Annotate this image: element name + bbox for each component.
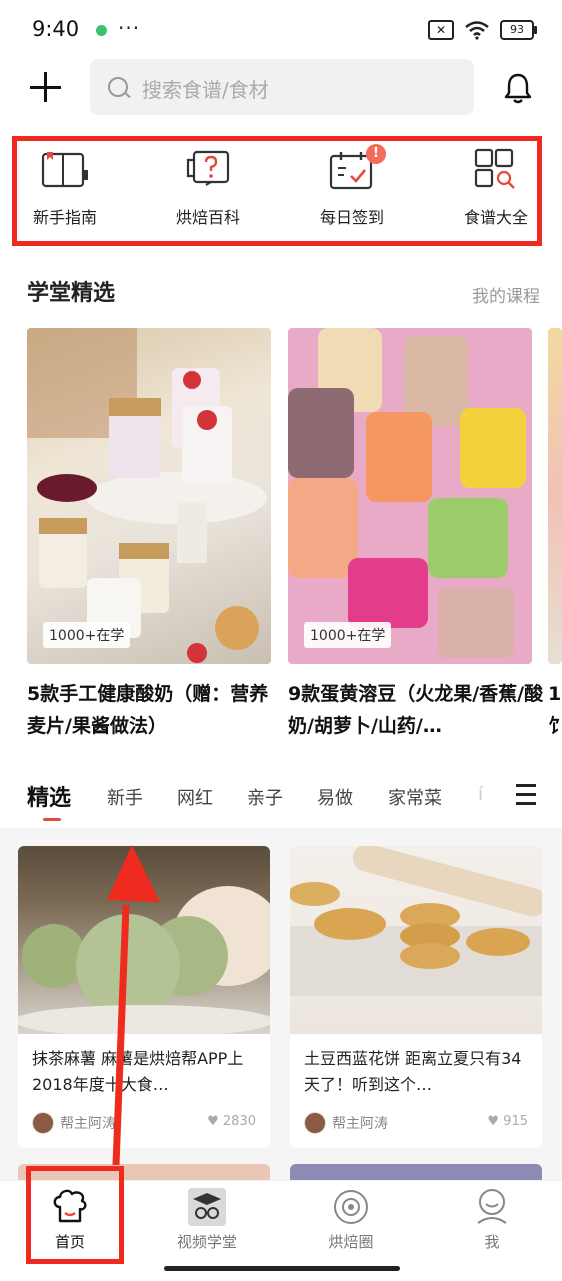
- nav-label: 烘焙圈: [328, 1233, 374, 1251]
- circle-camera-icon: [334, 1190, 368, 1224]
- course-image-yogurt: 1000+在学: [27, 328, 271, 664]
- quick-entry-checkin[interactable]: ! 每日签到: [302, 144, 402, 238]
- tab-indicator: [43, 818, 61, 821]
- recipe-author[interactable]: 帮主阿涛: [32, 1112, 116, 1134]
- quick-entry-label: 食谱大全: [463, 208, 528, 227]
- like-count-value: 915: [503, 1114, 528, 1129]
- course-title: 9款蛋黄溶豆（火龙果/香蕉/酸奶/胡萝卜/山药/…: [288, 683, 544, 737]
- recipe-card[interactable]: 土豆西蓝花饼 距离立夏只有34天了！听到这个… 帮主阿涛 ♥ 915: [290, 846, 542, 1148]
- recipe-photo-cookies: [290, 846, 542, 1034]
- search-placeholder: 搜索食谱/食材: [142, 78, 269, 102]
- author-avatar: [304, 1112, 326, 1134]
- battery-icon: 93: [500, 20, 537, 40]
- recipe-description: 抹茶麻薯 麻薯是烘焙帮APP上2018年度十大食…: [32, 1049, 244, 1094]
- highlight-box: [26, 1166, 124, 1264]
- course-title: 1( 饣: [548, 683, 562, 737]
- like-count[interactable]: ♥ 915: [487, 1114, 528, 1129]
- top-bar: 搜索食谱/食材: [0, 58, 562, 118]
- category-tabs: 精选 新手 网红 亲子 易做 家常菜 í: [0, 770, 562, 826]
- wifi-icon: [465, 21, 489, 40]
- status-time: 9:40: [32, 17, 80, 41]
- course-image-partial: [548, 328, 562, 664]
- like-count-value: 2830: [222, 1114, 256, 1129]
- profile-icon: [477, 1189, 507, 1224]
- question-bubble-icon: [186, 150, 230, 186]
- my-courses-link[interactable]: 我的课程: [472, 282, 540, 307]
- tab-homestyle[interactable]: 家常菜: [388, 784, 442, 810]
- add-button[interactable]: [26, 68, 66, 108]
- video-school-icon: [188, 1188, 226, 1226]
- status-bar: 9:40 ··· ✕ 93: [0, 0, 562, 60]
- like-count[interactable]: ♥ 2830: [207, 1114, 256, 1129]
- course-title: 5款手工健康酸奶（赠：营养麦片/果酱做法）: [27, 683, 269, 737]
- status-icons: ✕ 93: [428, 20, 537, 40]
- search-bar[interactable]: 搜索食谱/食材: [90, 59, 474, 115]
- course-card[interactable]: 1( 饣: [548, 328, 562, 742]
- author-avatar: [32, 1112, 54, 1134]
- recipe-card-peek[interactable]: [290, 1164, 542, 1180]
- recipe-description: 土豆西蓝花饼 距离立夏只有34天了！听到这个…: [304, 1049, 522, 1094]
- tab-partial[interactable]: í: [478, 784, 483, 805]
- recipe-feed: 抹茶麻薯 麻薯是烘焙帮APP上2018年度十大食… 帮主阿涛 ♥ 2830 土豆…: [0, 828, 562, 1180]
- quick-entry-label: 每日签到: [319, 208, 384, 227]
- author-name: 帮主阿涛: [332, 1116, 388, 1132]
- nav-label: 我: [484, 1233, 500, 1251]
- gesture-bar[interactable]: [164, 1266, 400, 1271]
- recipe-author[interactable]: 帮主阿涛: [304, 1112, 388, 1134]
- learners-badge: 1000+在学: [43, 622, 131, 648]
- course-card[interactable]: 1000+在学 5款手工健康酸奶（赠：营养麦片/果酱做法）: [27, 328, 271, 742]
- quick-entry-recipes[interactable]: 食谱大全: [446, 148, 546, 238]
- quick-entry-encyclopedia[interactable]: 烘焙百科: [158, 148, 258, 238]
- quick-entry-label: 烘焙百科: [175, 208, 240, 227]
- course-card[interactable]: 1000+在学 9款蛋黄溶豆（火龙果/香蕉/酸奶/胡萝卜/山药/…: [288, 328, 543, 742]
- tab-family[interactable]: 亲子: [247, 784, 283, 810]
- nav-me[interactable]: 我: [442, 1187, 542, 1252]
- author-name: 帮主阿涛: [60, 1116, 116, 1132]
- tab-easy[interactable]: 易做: [317, 784, 353, 810]
- recipe-photo-matcha: [18, 846, 270, 1034]
- course-image-melts: 1000+在学: [288, 328, 532, 664]
- quick-entries: 新手指南 烘焙百科 ! 每日签到 食谱大全: [15, 136, 545, 248]
- learners-badge: 1000+在学: [304, 622, 392, 648]
- checkin-badge: !: [366, 144, 386, 164]
- recipe-grid-icon: [474, 148, 515, 189]
- guide-book-icon: [41, 152, 88, 188]
- nav-video-school[interactable]: 视频学堂: [157, 1187, 257, 1252]
- nav-baking-circle[interactable]: 烘焙圈: [301, 1187, 401, 1252]
- bell-icon[interactable]: [500, 70, 536, 106]
- section-title: 学堂精选: [27, 281, 116, 306]
- recipe-card[interactable]: 抹茶麻薯 麻薯是烘焙帮APP上2018年度十大食… 帮主阿涛 ♥ 2830: [18, 846, 270, 1148]
- search-icon: [108, 77, 128, 97]
- nav-label: 视频学堂: [176, 1233, 237, 1251]
- tab-beginner[interactable]: 新手: [107, 784, 143, 810]
- quick-entry-guide[interactable]: 新手指南: [15, 148, 115, 238]
- status-more-icon: ···: [118, 16, 141, 40]
- menu-icon[interactable]: [516, 784, 536, 806]
- tab-trending[interactable]: 网红: [177, 784, 213, 810]
- sim-off-icon: ✕: [428, 20, 454, 40]
- quick-entry-label: 新手指南: [32, 208, 97, 227]
- notification-dot-icon: [96, 25, 107, 36]
- tab-selected[interactable]: 精选: [27, 780, 71, 812]
